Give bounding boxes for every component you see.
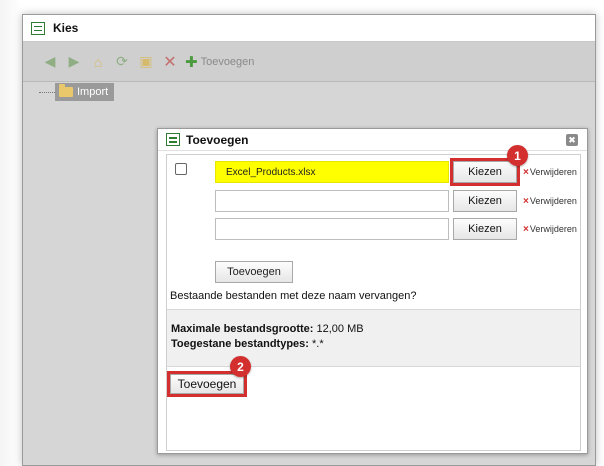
choose-button-3[interactable]: Kiezen (453, 218, 517, 240)
add-more-button[interactable]: Toevoegen (215, 261, 293, 283)
tree-node-label: Import (77, 86, 109, 98)
file-row-2: Kiezen × Verwijderen (215, 190, 577, 212)
allowed-types-line: Toegestane bestandtypes: *.* (171, 338, 324, 350)
choose-button-2[interactable]: Kiezen (453, 190, 517, 212)
dialog-title: Toevoegen (186, 132, 249, 147)
submit-button[interactable]: Toevoegen (167, 371, 247, 397)
toolbar-add-label: Toevoegen (200, 55, 255, 68)
remove-x-icon: × (523, 166, 529, 178)
select-checkbox[interactable] (175, 163, 187, 175)
remove-x-icon: × (523, 223, 529, 235)
remove-x-icon: × (523, 195, 529, 207)
home-folder-icon[interactable]: ⌂ (89, 53, 107, 71)
file-input-1[interactable]: Excel_Products.xlsx (215, 161, 449, 183)
refresh-icon[interactable]: ⟳ (113, 53, 131, 71)
remove-label: Verwijderen (529, 167, 577, 177)
window-icon (31, 21, 45, 35)
allowed-types-label: Toegestane bestandtypes: (171, 338, 309, 350)
remove-label: Verwijderen (529, 196, 577, 206)
dialog-icon (166, 133, 180, 146)
delete-icon[interactable]: ✕ (161, 53, 179, 71)
plus-icon: ✚ (185, 53, 198, 71)
tree-connector (39, 92, 55, 93)
file-input-2[interactable] (215, 190, 449, 212)
file-row-3: Kiezen × Verwijderen (215, 218, 577, 240)
step-marker-2: 2 (230, 356, 251, 377)
close-icon[interactable]: ✖ (566, 134, 578, 146)
toolbar-add-button[interactable]: ✚ Toevoegen (185, 53, 254, 71)
choose-button-1[interactable]: Kiezen (450, 158, 520, 186)
upload-form: Excel_Products.xlsx Kiezen × Verwijderen… (166, 154, 581, 451)
upload-info: Maximale bestandsgrootte: 12,00 MB Toege… (167, 309, 580, 367)
max-size-line: Maximale bestandsgrootte: 12,00 MB (171, 323, 364, 335)
remove-link-1[interactable]: × Verwijderen (523, 167, 577, 178)
toolbar: ◀ ▶ ⌂ ⟳ ▣ ✕ ✚ Toevoegen (23, 42, 595, 82)
max-size-label: Maximale bestandsgrootte: (171, 323, 314, 335)
file-input-3[interactable] (215, 218, 449, 240)
allowed-types-value: *.* (312, 338, 324, 350)
add-dialog: Toevoegen ✖ Excel_Products.xlsx Kiezen ×… (157, 128, 588, 454)
arrow-right-icon[interactable]: ▶ (65, 53, 83, 71)
arrow-left-icon[interactable]: ◀ (41, 53, 59, 71)
remove-link-2[interactable]: × Verwijderen (523, 196, 577, 207)
tree-node-import[interactable]: Import (55, 83, 115, 101)
window-titlebar: Kies (23, 15, 595, 42)
replace-question: Bestaande bestanden met deze naam vervan… (170, 290, 417, 302)
remove-link-3[interactable]: × Verwijderen (523, 224, 577, 235)
remove-label: Verwijderen (529, 224, 577, 234)
window-title: Kies (53, 21, 79, 35)
max-size-value: 12,00 MB (316, 323, 364, 335)
new-folder-icon[interactable]: ▣ (137, 53, 155, 71)
step-marker-1: 1 (507, 145, 528, 166)
folder-icon (59, 84, 73, 97)
